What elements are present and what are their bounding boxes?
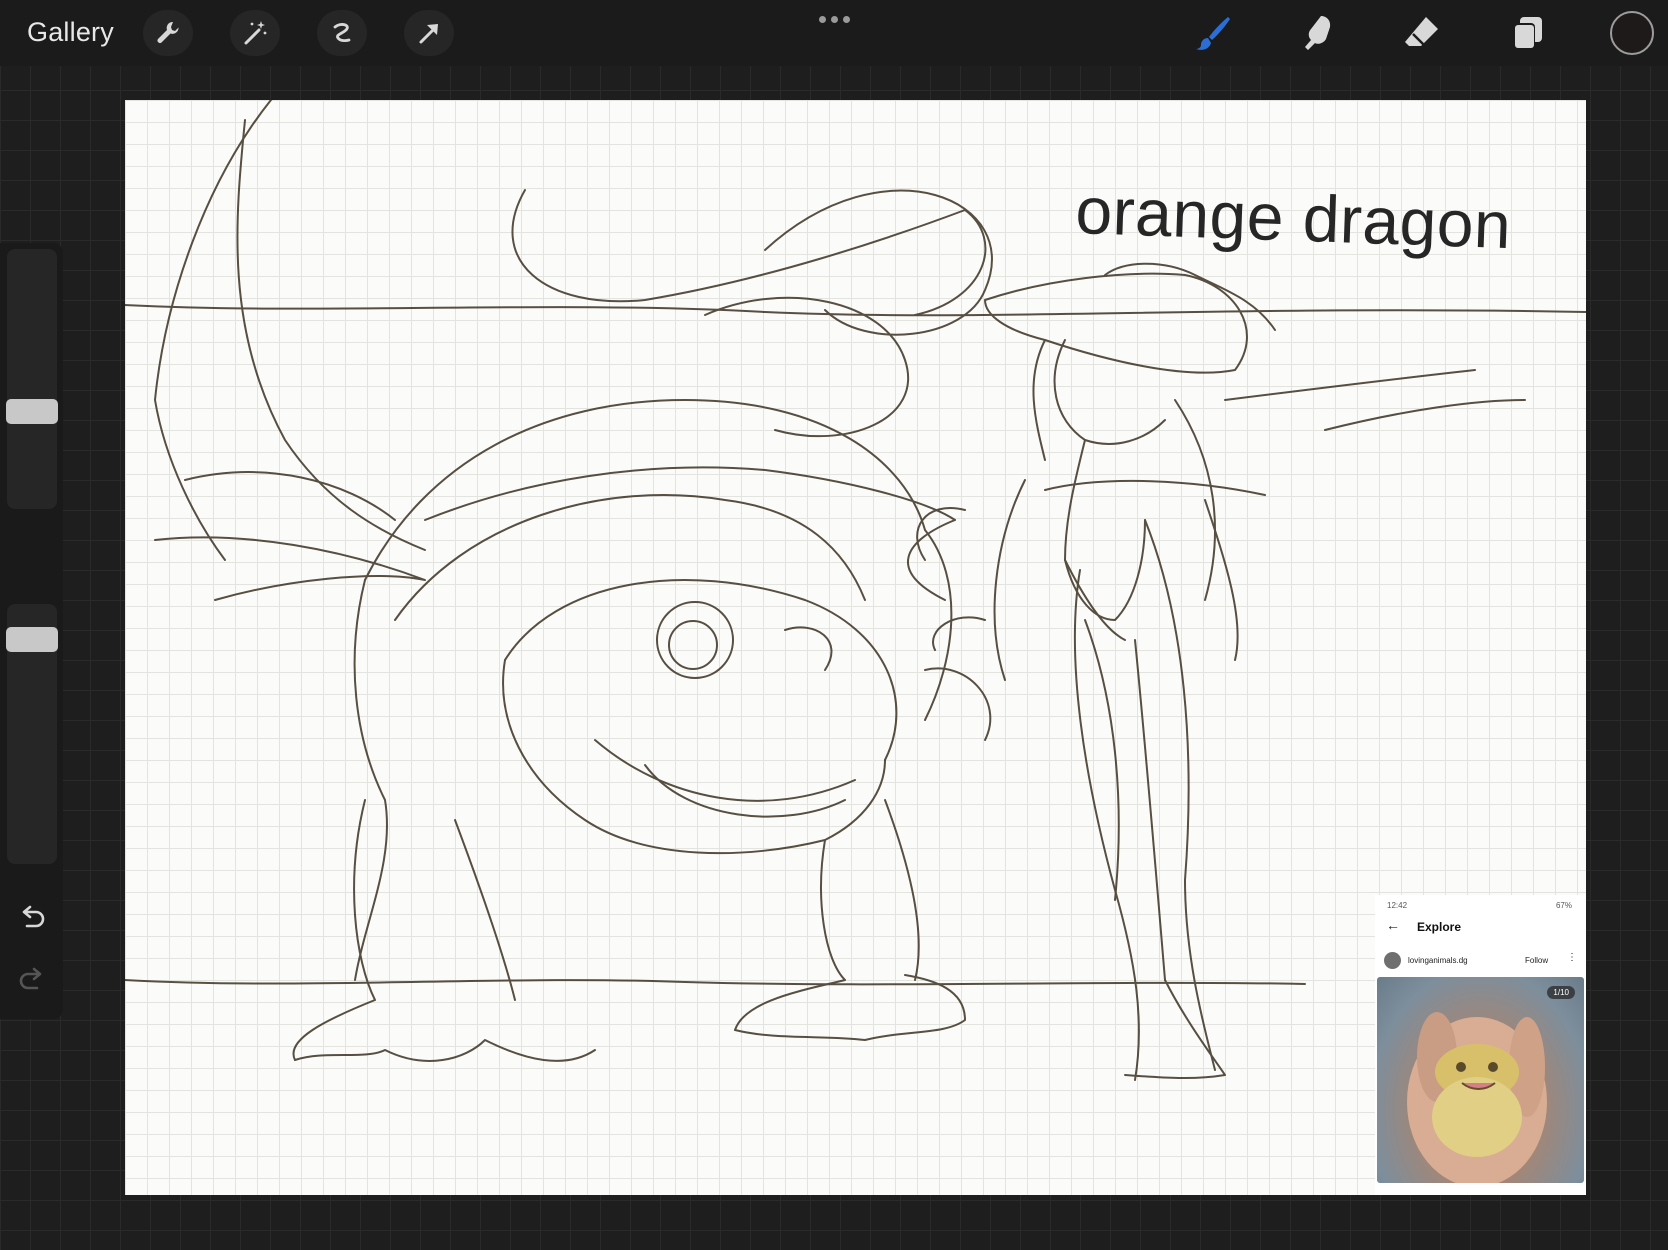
brush-size-slider[interactable]: [7, 249, 57, 509]
back-arrow-icon[interactable]: ←: [1386, 917, 1400, 933]
reference-window[interactable]: 12:42 67% ← Explore lovinganimals.dg Fol…: [1375, 895, 1586, 1195]
follow-button[interactable]: Follow: [1525, 956, 1548, 965]
undo-icon[interactable]: [17, 903, 47, 933]
more-options-icon[interactable]: [816, 12, 852, 26]
drawing-canvas[interactable]: orange dragon 12:42 67% ← Explore loving…: [125, 100, 1586, 1195]
brush-tool-button[interactable]: [1189, 10, 1237, 56]
brush-size-handle[interactable]: [6, 399, 58, 424]
more-icon[interactable]: ⋮: [1567, 952, 1577, 963]
sketch-drawing: [125, 100, 1586, 1081]
brush-icon: [1196, 17, 1230, 50]
redo-icon[interactable]: [17, 965, 47, 995]
layers-button[interactable]: [1503, 10, 1551, 56]
image-counter-badge: 1/10: [1547, 986, 1575, 999]
actions-button[interactable]: [143, 10, 193, 56]
canvas-title-text: orange dragon: [1074, 172, 1513, 263]
eraser-tool-button[interactable]: [1397, 10, 1445, 56]
smudge-tool-button[interactable]: [1293, 10, 1341, 56]
transform-arrow-icon: [419, 24, 438, 44]
adjustments-button[interactable]: [230, 10, 280, 56]
reference-photo: 1/10: [1377, 977, 1584, 1183]
opacity-handle[interactable]: [6, 627, 58, 652]
gecko-in-hand-image: [1407, 1012, 1547, 1183]
magic-wand-icon: [244, 21, 267, 45]
selection-button[interactable]: [317, 10, 367, 56]
ref-status-time: 12:42: [1387, 901, 1408, 910]
smudge-icon: [1305, 16, 1331, 50]
sidebar: [0, 243, 63, 1019]
selection-icon: [333, 23, 351, 43]
color-picker-button[interactable]: [1610, 11, 1654, 55]
eraser-icon: [1405, 17, 1438, 47]
gallery-button[interactable]: Gallery: [27, 17, 114, 48]
avatar[interactable]: [1384, 952, 1401, 969]
wrench-icon: [157, 21, 179, 43]
ref-screen-title: Explore: [1417, 920, 1462, 934]
transform-button[interactable]: [404, 10, 454, 56]
ref-status-battery: 67%: [1555, 901, 1572, 910]
layers-icon: [1513, 17, 1542, 49]
ref-username[interactable]: lovinganimals.dg: [1408, 956, 1468, 965]
top-toolbar: Gallery: [0, 0, 1668, 66]
